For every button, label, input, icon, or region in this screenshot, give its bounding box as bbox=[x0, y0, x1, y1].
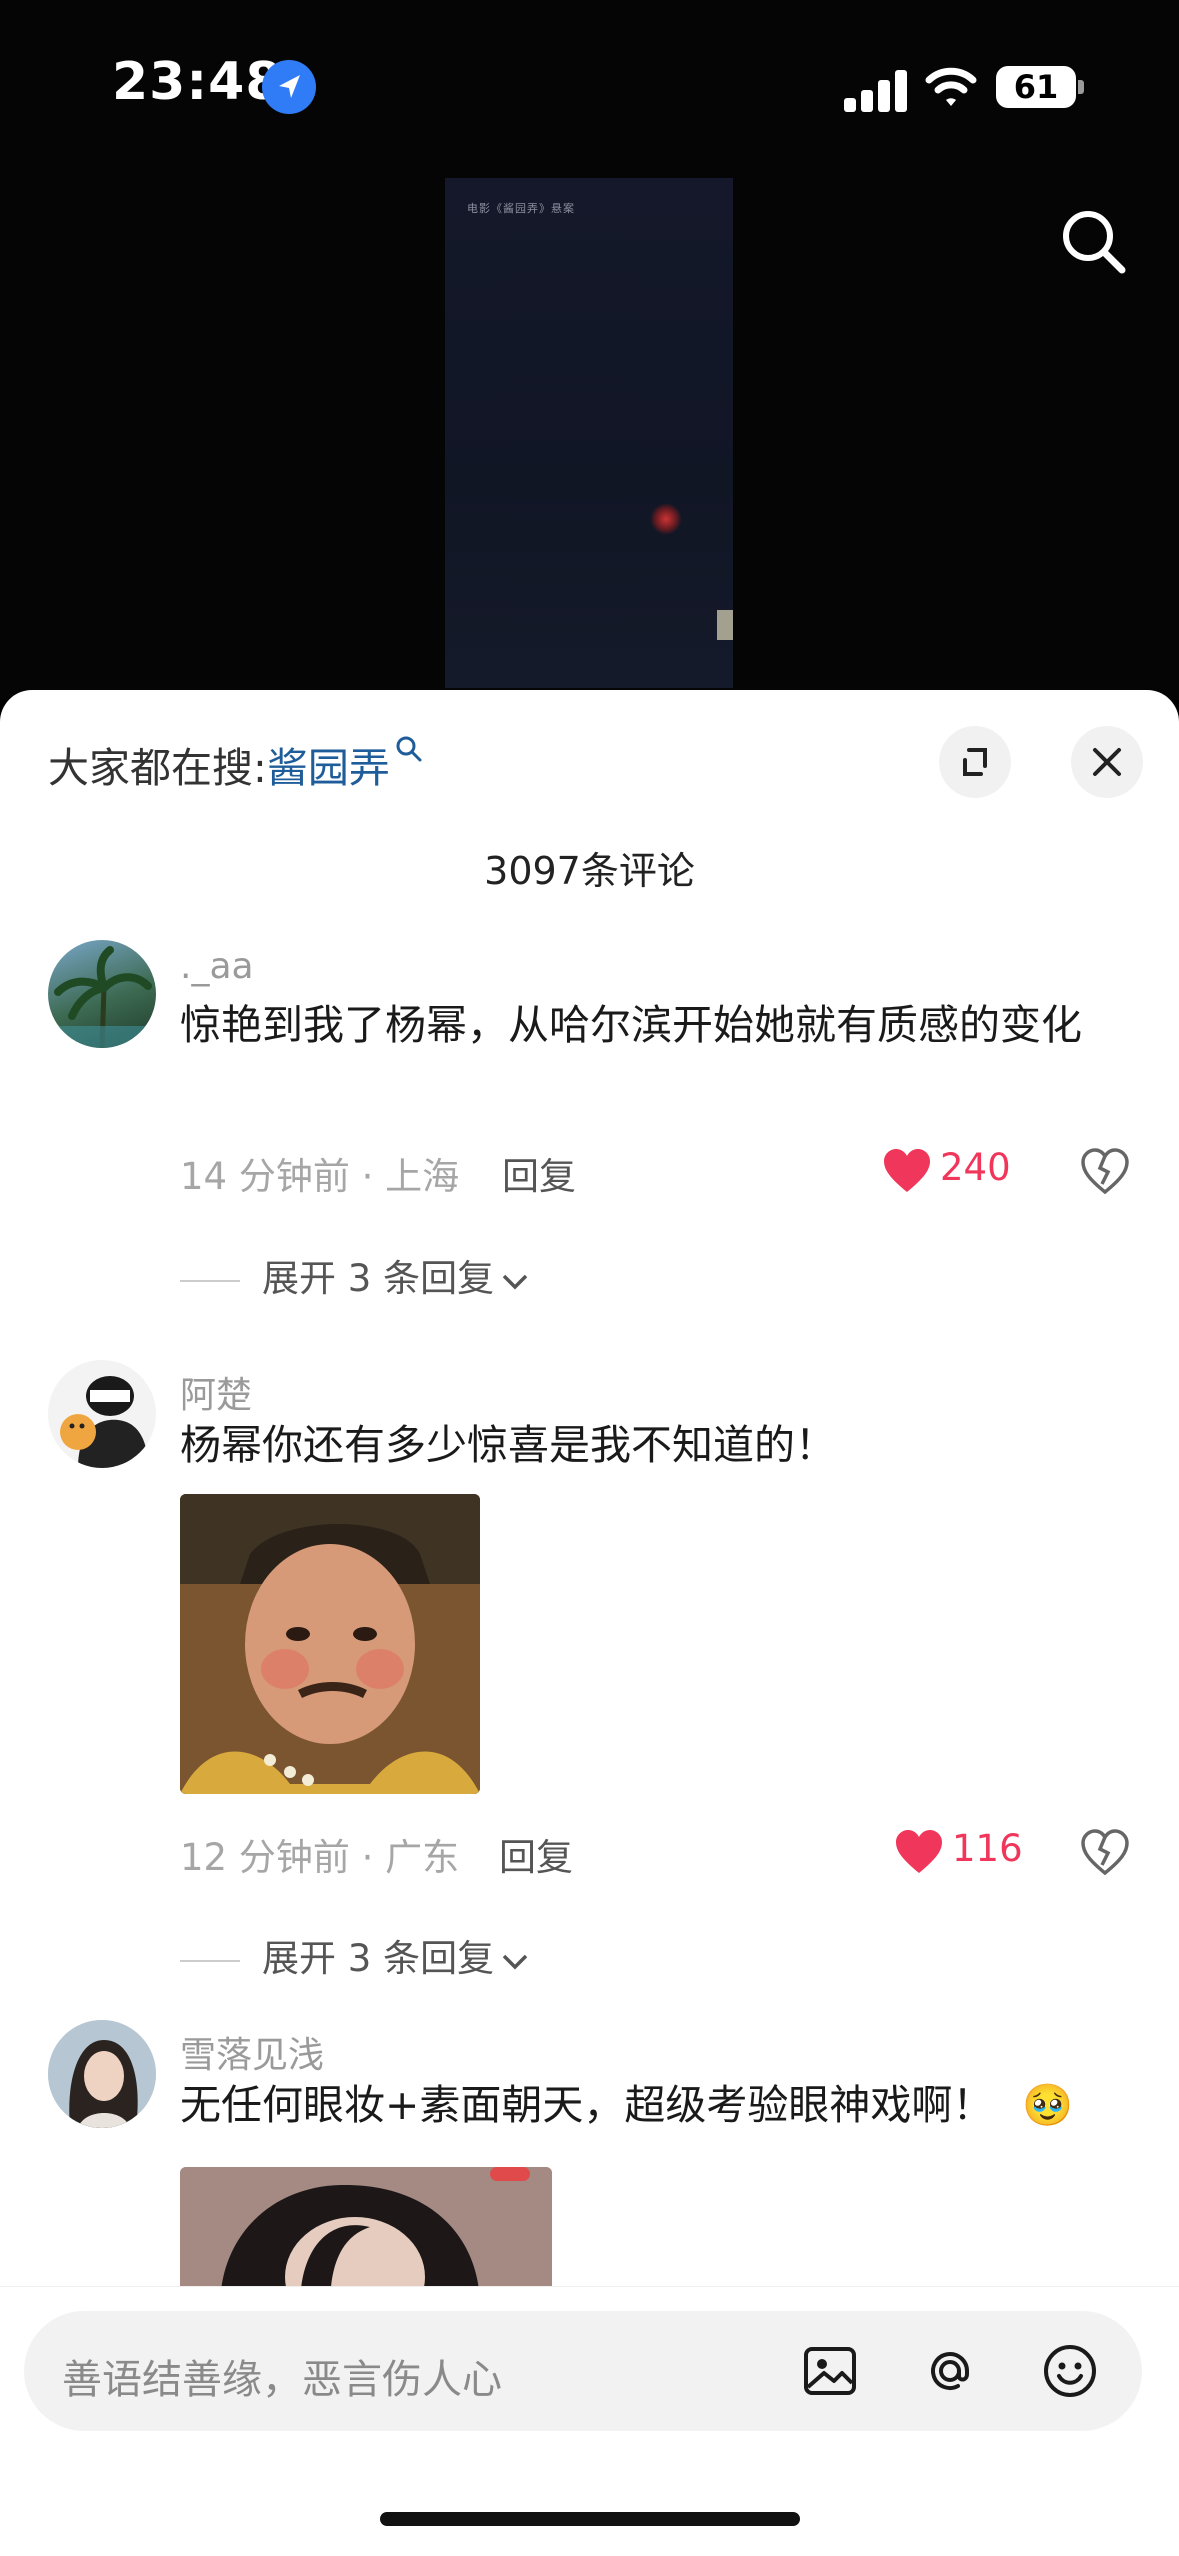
reply-button[interactable]: 回复 bbox=[502, 1146, 576, 1200]
wifi-icon bbox=[925, 67, 977, 106]
status-time: 23:48 bbox=[112, 52, 283, 112]
comment-text: 惊艳到我了杨幂，从哈尔滨开始她就有质感的变化 bbox=[180, 1001, 1082, 1049]
avatar[interactable] bbox=[48, 1360, 156, 1468]
like-heart-icon[interactable] bbox=[882, 1148, 932, 1194]
comment-meta: 14 分钟前 · 上海 bbox=[180, 1155, 460, 1198]
video-edge-mark bbox=[717, 610, 733, 640]
close-icon bbox=[1093, 748, 1121, 776]
comment-item: 雪落见浅 无任何眼妆+素面朝天，超级考验眼神戏啊！ 🥹 bbox=[0, 2020, 1179, 2320]
comment-meta: 12 分钟前 · 广东 bbox=[180, 1836, 460, 1879]
comment-item: 阿楚 杨幂你还有多少惊喜是我不知道的！ 12 分钟前 · 广东 回复 116 展… bbox=[0, 1360, 1179, 1980]
avatar[interactable] bbox=[48, 2020, 156, 2128]
search-icon[interactable] bbox=[1058, 206, 1128, 276]
divider-dash bbox=[180, 1279, 240, 1282]
video-red-highlight bbox=[650, 503, 682, 535]
dislike-broken-heart-icon[interactable] bbox=[1080, 1827, 1130, 1877]
trending-search[interactable]: 大家都在搜:酱园弄 bbox=[48, 734, 424, 794]
mention-at-icon[interactable] bbox=[920, 2341, 980, 2401]
expand-replies-label: 展开 3 条回复 bbox=[262, 1937, 495, 1980]
like-count: 116 bbox=[952, 1827, 1023, 1870]
image-picker-icon[interactable] bbox=[800, 2341, 860, 2401]
video-frame: 电影《酱园弄》悬案 bbox=[445, 178, 733, 688]
comment-input[interactable]: 善语结善缘，恶言伤人心 bbox=[24, 2311, 1142, 2431]
close-button[interactable] bbox=[1071, 726, 1143, 798]
status-bar: 23:48 61 bbox=[0, 0, 1179, 170]
trending-prefix: 大家都在搜: bbox=[48, 744, 267, 792]
small-search-icon bbox=[396, 736, 422, 762]
comment-input-placeholder: 善语结善缘，恶言伤人心 bbox=[62, 2357, 502, 2403]
chevron-down-icon bbox=[502, 1274, 528, 1289]
comment-text-body: 无任何眼妆+素面朝天，超级考验眼神戏啊！ bbox=[180, 2081, 994, 2129]
expand-replies-button[interactable]: 展开 3 条回复 bbox=[180, 1248, 530, 1302]
trending-keyword[interactable]: 酱园弄 bbox=[267, 744, 390, 792]
teary-face-emoji: 🥹 bbox=[1022, 2081, 1074, 2129]
like-count: 240 bbox=[940, 1146, 1011, 1189]
comment-text: 杨幂你还有多少惊喜是我不知道的！ bbox=[180, 1421, 836, 1469]
expand-replies-button[interactable]: 展开 3 条回复 bbox=[180, 1928, 530, 1982]
comment-text: 无任何眼妆+素面朝天，超级考验眼神戏啊！ 🥹 bbox=[180, 2068, 1120, 2142]
battery-tip bbox=[1078, 80, 1084, 94]
battery-indicator: 61 bbox=[996, 66, 1076, 108]
avatar[interactable] bbox=[48, 940, 156, 1048]
cellular-signal-icon bbox=[844, 68, 908, 112]
dislike-broken-heart-icon[interactable] bbox=[1080, 1146, 1130, 1196]
expand-sheet-button[interactable] bbox=[939, 726, 1011, 798]
location-arrow-icon bbox=[262, 60, 316, 114]
comment-item: ._aa 惊艳到我了杨幂，从哈尔滨开始她就有质感的变化 14 分钟前 · 上海 … bbox=[0, 940, 1179, 1300]
reply-button[interactable]: 回复 bbox=[499, 1827, 573, 1881]
video-caption: 电影《酱园弄》悬案 bbox=[467, 202, 575, 215]
expand-replies-label: 展开 3 条回复 bbox=[262, 1257, 495, 1300]
expand-icon bbox=[963, 748, 987, 776]
comment-username[interactable]: ._aa bbox=[180, 946, 254, 987]
comment-count: 3097条评论 bbox=[484, 849, 695, 893]
comment-sheet: 大家都在搜:酱园弄 3097条评论 ._aa 惊艳到我了杨幂，从哈尔滨开始她就有… bbox=[0, 690, 1179, 2556]
like-heart-icon[interactable] bbox=[894, 1829, 944, 1875]
chevron-down-icon bbox=[502, 1954, 528, 1969]
divider-dash bbox=[180, 1959, 240, 1962]
home-indicator[interactable] bbox=[380, 2512, 800, 2526]
emoji-smile-icon[interactable] bbox=[1040, 2341, 1100, 2401]
comment-meme-image[interactable] bbox=[180, 1494, 480, 1794]
